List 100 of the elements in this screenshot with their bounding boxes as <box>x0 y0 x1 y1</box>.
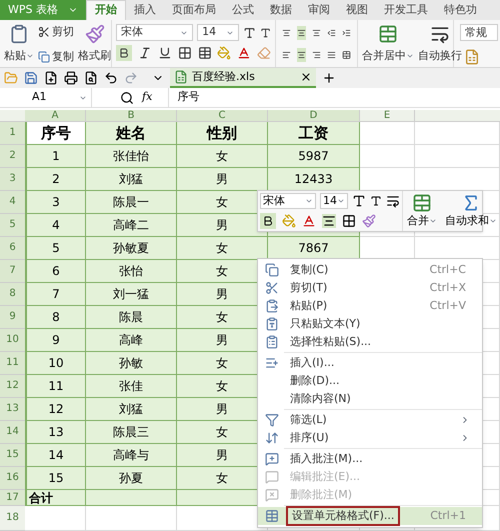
search-icon[interactable] <box>120 90 134 104</box>
table-cell: 女 <box>177 237 268 260</box>
formula-field[interactable]: 序号 <box>168 88 500 107</box>
autosum-button[interactable]: 自动求和 <box>441 191 500 231</box>
merge-button[interactable]: 合并 <box>403 191 441 231</box>
row-header[interactable]: 6 <box>0 237 25 260</box>
shrink-font-icon[interactable] <box>370 195 382 207</box>
table-cell: 陈晨三 <box>86 421 177 444</box>
borders-icon[interactable] <box>178 46 192 60</box>
row-header[interactable]: 9 <box>0 306 25 329</box>
format-painter-button[interactable]: 格式刷 <box>78 24 111 64</box>
align-middle-icon[interactable] <box>297 26 306 40</box>
table-cell: 2 <box>25 168 86 191</box>
ribbon-tab[interactable]: 公式 <box>224 0 262 20</box>
app-menu-button[interactable]: WPS 表格 <box>0 0 86 20</box>
ribbon-tab[interactable]: 开始 <box>86 0 126 20</box>
copy-icon <box>38 50 50 63</box>
undo-icon[interactable] <box>104 71 118 85</box>
table-cell <box>360 145 415 168</box>
merge-center-button[interactable]: 合并居中 <box>362 24 414 64</box>
font-color-icon[interactable] <box>237 46 252 60</box>
cut-button[interactable]: 剪切 <box>38 24 74 40</box>
table-cell: 刘一猛 <box>86 283 177 306</box>
number-format-field[interactable]: 常规 <box>460 24 498 41</box>
new-tab-icon[interactable] <box>322 71 336 85</box>
save-icon[interactable] <box>24 71 38 85</box>
borders-icon[interactable] <box>342 214 356 228</box>
table-cell: 11 <box>25 375 86 398</box>
row-header[interactable]: 15 <box>0 444 25 467</box>
row-header[interactable]: 13 <box>0 398 25 421</box>
row-header[interactable]: 11 <box>0 352 25 375</box>
table-cell: 孙夏 <box>86 467 177 490</box>
ribbon-tab[interactable]: 特色功 <box>436 0 485 20</box>
menu-item[interactable]: 设置单元格格式(F)... Ctrl+1 <box>258 507 482 525</box>
font-color-icon[interactable] <box>302 214 316 228</box>
ribbon-tab[interactable]: 视图 <box>338 0 376 20</box>
font-field[interactable]: 宋体 <box>260 193 316 209</box>
row-header[interactable]: 8 <box>0 283 25 306</box>
cell-name-field[interactable]: A1 <box>0 88 92 107</box>
conditional-format-icon[interactable] <box>464 49 480 65</box>
column-header[interactable]: A <box>25 110 86 121</box>
font-size-field[interactable]: 14 <box>197 24 239 41</box>
grow-font-icon[interactable] <box>352 194 366 208</box>
row-header[interactable]: 14 <box>0 421 25 444</box>
align-center-icon[interactable] <box>322 214 336 228</box>
row-header[interactable]: 3 <box>0 168 25 191</box>
fill-color-icon[interactable] <box>217 46 232 60</box>
row-header[interactable]: 1 <box>0 122 25 145</box>
preview-icon[interactable] <box>84 71 98 85</box>
row-header[interactable]: 4 <box>0 191 25 214</box>
row-header[interactable]: 18 <box>0 506 25 531</box>
grow-font-icon[interactable] <box>242 26 256 40</box>
table-cell: 6 <box>25 260 86 283</box>
spreadsheet-icon <box>174 70 188 84</box>
table-cell: 3 <box>25 191 86 214</box>
row-header[interactable]: 17 <box>0 490 25 506</box>
underline-icon[interactable] <box>158 46 172 60</box>
ribbon-tab[interactable]: 数据 <box>262 0 300 20</box>
bold-icon[interactable] <box>260 213 276 229</box>
paste-button[interactable]: 粘贴 <box>4 24 34 64</box>
ribbon-tab[interactable]: 页面布局 <box>164 0 224 20</box>
ribbon-tab[interactable]: 开发工具 <box>376 0 436 20</box>
column-header[interactable]: D <box>268 110 360 121</box>
table-cell <box>25 506 86 531</box>
print-icon[interactable] <box>64 71 78 85</box>
copy-button[interactable]: 复制 <box>38 48 74 65</box>
merge-cells-icon <box>378 24 398 44</box>
row-header[interactable]: 5 <box>0 214 25 237</box>
insert-icon <box>265 356 279 370</box>
row-header[interactable]: 7 <box>0 260 25 283</box>
wrap-text-button[interactable]: 自动换行 <box>418 24 462 64</box>
row-header[interactable]: 10 <box>0 329 25 352</box>
ribbon-tab[interactable]: 插入 <box>126 0 164 20</box>
column-header[interactable]: C <box>177 110 268 121</box>
close-icon[interactable] <box>300 71 312 83</box>
row-header[interactable]: 16 <box>0 467 25 490</box>
font-size-field[interactable]: 14 <box>320 193 348 209</box>
bold-icon[interactable] <box>116 45 132 61</box>
cell-style-icon[interactable] <box>198 46 212 60</box>
italic-icon[interactable] <box>138 46 152 60</box>
row-header[interactable]: 2 <box>0 145 25 168</box>
caret-icon <box>337 197 345 205</box>
align-center-icon[interactable] <box>297 48 306 62</box>
wrap-text-icon[interactable] <box>386 194 400 208</box>
font-field[interactable]: 宋体 <box>116 24 194 41</box>
column-header[interactable]: E <box>360 110 415 121</box>
fill-color-icon[interactable] <box>282 214 296 228</box>
new-file-icon[interactable] <box>44 71 58 85</box>
paste-icon <box>265 299 279 313</box>
paintbrush-icon[interactable] <box>362 214 376 228</box>
document-tab[interactable]: 百度经验.xls <box>170 68 316 88</box>
ribbon-tab[interactable]: 审阅 <box>300 0 338 20</box>
column-header[interactable]: B <box>86 110 177 121</box>
delete-comment-icon <box>265 488 279 502</box>
table-cell: 14 <box>25 444 86 467</box>
table-cell: 高峰二 <box>86 214 177 237</box>
function-button[interactable]: fx <box>142 89 152 106</box>
scissors-icon <box>265 281 279 295</box>
shrink-font-icon[interactable] <box>260 26 272 38</box>
row-header[interactable]: 12 <box>0 375 25 398</box>
